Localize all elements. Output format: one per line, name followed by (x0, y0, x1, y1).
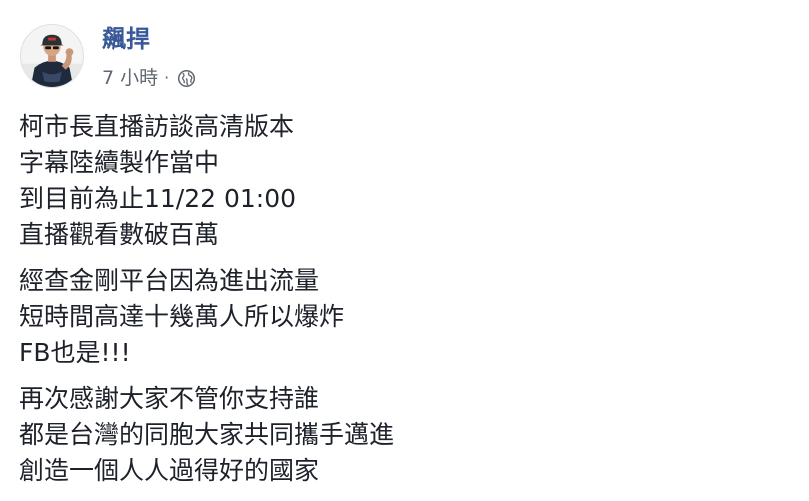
post-line: 都是台灣的同胞大家共同攜手邁進 (19, 420, 395, 449)
post-meta: 7 小時 · (102, 65, 196, 91)
post-paragraph: 柯市長直播訪談高清版本 字幕陸續製作當中 到目前為止11/22 01:00 直播… (19, 109, 779, 253)
meta-separator: · (164, 68, 170, 87)
avatar[interactable] (20, 24, 84, 88)
post-line: 字幕陸續製作當中 (19, 148, 220, 177)
post-timestamp[interactable]: 7 小時 (102, 65, 158, 91)
globe-icon[interactable] (177, 69, 196, 88)
facebook-post: 飆捍 7 小時 · 柯市長直播訪談高清版本 字幕陸續製作當中 到目前為止11/2… (0, 0, 809, 501)
post-line: FB也是!!! (19, 338, 131, 367)
post-paragraph: 再次感謝大家不管你支持誰 都是台灣的同胞大家共同攜手邁進 創造一個人人過得好的國… (19, 381, 779, 489)
author-name[interactable]: 飆捍 (102, 24, 150, 54)
post-line: 經查金剛平台因為進出流量 (19, 266, 320, 295)
post-line: 創造一個人人過得好的國家 (19, 456, 320, 485)
avatar-photo (21, 25, 83, 87)
post-line: 到目前為止11/22 01:00 (19, 184, 297, 213)
post-paragraph: 經查金剛平台因為進出流量 短時間高達十幾萬人所以爆炸 FB也是!!! (19, 263, 779, 371)
post-line: 直播觀看數破百萬 (19, 220, 220, 249)
post-line: 再次感謝大家不管你支持誰 (19, 384, 320, 413)
post-line: 柯市長直播訪談高清版本 (19, 112, 295, 141)
post-line: 短時間高達十幾萬人所以爆炸 (19, 302, 345, 331)
post-body: 柯市長直播訪談高清版本 字幕陸續製作當中 到目前為止11/22 01:00 直播… (19, 109, 779, 499)
